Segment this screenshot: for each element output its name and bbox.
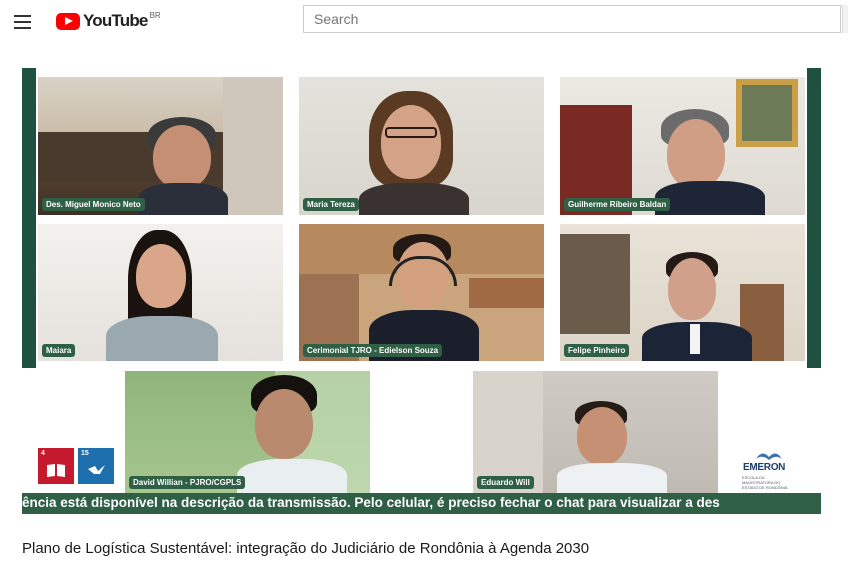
ticker-banner: ência está disponível na descrição da tr… <box>22 493 821 514</box>
participant-tile[interactable]: Felipe Pinheiro <box>560 224 805 361</box>
participant-name: Des. Miguel Monico Neto <box>42 198 145 211</box>
sdg-badge-15: 15 <box>78 448 114 484</box>
participant-name: Felipe Pinheiro <box>564 344 630 357</box>
youtube-logo[interactable]: YouTube BR <box>56 10 161 32</box>
participant-video <box>642 252 752 361</box>
book-wings-icon <box>756 453 782 460</box>
participant-tile[interactable]: Des. Miguel Monico Neto <box>38 77 283 215</box>
participant-video <box>98 230 218 361</box>
participant-video <box>655 109 765 215</box>
participant-video <box>237 375 347 493</box>
glasses <box>385 127 437 138</box>
shirt-collar <box>690 324 700 354</box>
video-player[interactable]: Des. Miguel Monico Neto Maria Tereza Gui… <box>22 68 821 519</box>
participant-video <box>369 234 479 361</box>
sdg-badge-4: 4 <box>38 448 74 484</box>
participant-name: Maria Tereza <box>303 198 359 211</box>
participant-tile[interactable]: Eduardo Will <box>473 371 718 493</box>
youtube-play-icon <box>56 12 80 30</box>
participant-video <box>359 91 469 215</box>
search-input[interactable] <box>304 6 840 32</box>
participant-name: Guilherme Ribeiro Baldan <box>564 198 671 211</box>
participant-tile[interactable]: Cerimonial TJRO - Edielson Souza <box>299 224 544 361</box>
participant-tile[interactable]: Guilherme Ribeiro Baldan <box>560 77 805 215</box>
book-icon <box>47 464 65 477</box>
participant-tile[interactable]: Maria Tereza <box>299 77 544 215</box>
ticker-text: ência está disponível na descrição da tr… <box>22 495 720 510</box>
participant-name: David Willian - PJRO/CGPLS <box>129 476 246 489</box>
participant-video <box>557 401 667 493</box>
participant-name: Maiara <box>42 344 76 357</box>
bird-icon <box>88 465 105 474</box>
participant-name: Eduardo Will <box>477 476 534 489</box>
country-code: BR <box>149 10 161 20</box>
accent-bar-right <box>807 68 821 368</box>
logo-text: YouTube <box>83 11 148 30</box>
emeron-logo: EMERON ESCOLA DA MAGISTRATURA DO ESTADO … <box>740 448 800 498</box>
wall-panel <box>473 371 543 493</box>
top-bar: YouTube BR <box>0 0 848 44</box>
search-button-edge[interactable] <box>842 5 848 33</box>
participant-name: Cerimonial TJRO - Edielson Souza <box>303 344 443 357</box>
bookshelf <box>560 234 630 334</box>
menu-icon[interactable] <box>6 6 38 38</box>
wooden-cabinet <box>469 278 544 308</box>
accent-bar-left <box>22 68 36 368</box>
wall-panel <box>223 77 283 215</box>
participant-video <box>138 117 228 215</box>
search-box[interactable] <box>303 5 841 33</box>
participant-tile[interactable]: David Willian - PJRO/CGPLS <box>125 371 370 493</box>
video-title: Plano de Logística Sustentável: integraç… <box>22 540 590 557</box>
participant-tile[interactable]: Maiara <box>38 224 283 361</box>
